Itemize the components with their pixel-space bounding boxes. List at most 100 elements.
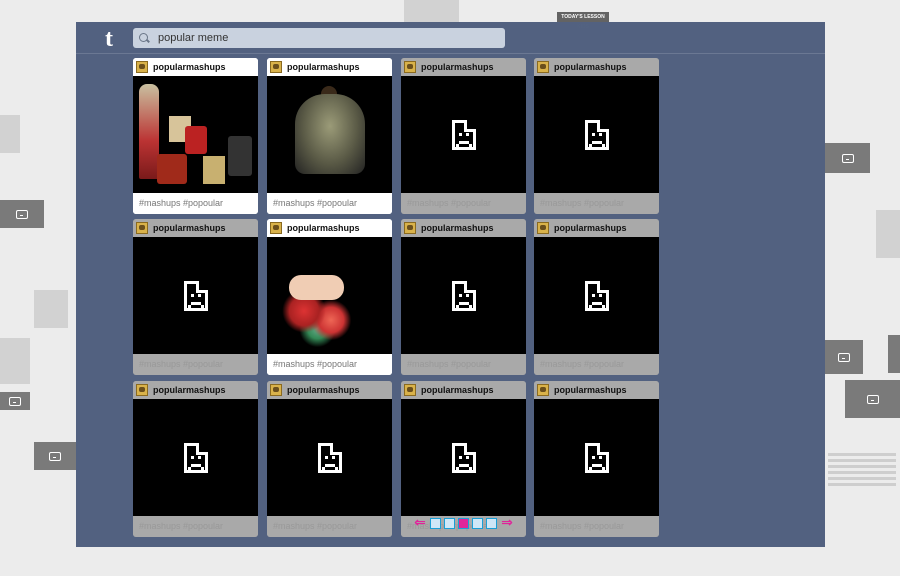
post-tags[interactable]: #mashups #popoular — [267, 516, 392, 537]
bg-thumbnail — [876, 210, 900, 258]
bg-broken-tile — [845, 380, 900, 418]
post-header: popularmashups — [401, 58, 526, 76]
search-overlay: t popularmashups #mashups #popoular popula… — [76, 22, 825, 547]
bg-broken-tile — [0, 392, 30, 410]
broken-image-icon — [584, 119, 609, 150]
search-icon — [139, 32, 150, 44]
post-tags[interactable]: #mashups #popoular — [401, 193, 526, 214]
post-tags[interactable]: #mashups #popoular — [133, 516, 258, 537]
broken-image-icon — [183, 280, 208, 311]
post-username[interactable]: popularmashups — [554, 223, 627, 233]
post-username[interactable]: popularmashups — [287, 223, 360, 233]
post-card[interactable]: popularmashups #mashups #popoular — [534, 381, 659, 537]
post-header: popularmashups — [267, 381, 392, 399]
post-tags[interactable]: #mashups #popoular — [133, 193, 258, 214]
post-username[interactable]: popularmashups — [153, 223, 226, 233]
post-card[interactable]: popularmashups #mashups #popoular — [534, 58, 659, 214]
search-input[interactable] — [158, 32, 498, 44]
post-username[interactable]: popularmashups — [287, 385, 360, 395]
post-image[interactable] — [534, 399, 659, 516]
post-username[interactable]: popularmashups — [421, 385, 494, 395]
avatar[interactable] — [404, 61, 416, 73]
next-page-arrow-icon[interactable]: ⇒ — [500, 515, 514, 531]
avatar[interactable] — [537, 384, 549, 396]
post-image[interactable] — [534, 237, 659, 354]
bg-broken-tile — [0, 200, 44, 228]
post-card[interactable]: popularmashups #mashups #popoular — [534, 219, 659, 375]
post-tags[interactable]: #mashups #popoular — [534, 516, 659, 537]
bg-text-block — [828, 450, 896, 510]
post-image[interactable] — [133, 237, 258, 354]
post-username[interactable]: popularmashups — [554, 62, 627, 72]
post-card[interactable]: popularmashups #mashups #popoular — [401, 58, 526, 214]
post-tags[interactable]: #mashups #popoular — [401, 354, 526, 375]
post-image[interactable] — [401, 76, 526, 193]
broken-image-icon — [317, 442, 342, 473]
pagination: ⇐ ⇒ — [413, 515, 514, 531]
post-image[interactable] — [401, 399, 526, 516]
tumblr-logo-icon[interactable]: t — [105, 27, 125, 51]
post-image[interactable] — [267, 76, 392, 193]
post-header: popularmashups — [267, 219, 392, 237]
post-image[interactable] — [401, 237, 526, 354]
post-header: popularmashups — [133, 58, 258, 76]
bg-broken-tile — [888, 335, 900, 373]
post-image[interactable] — [133, 399, 258, 516]
avatar[interactable] — [270, 222, 282, 234]
page-dot-active[interactable] — [458, 517, 469, 529]
avatar[interactable] — [136, 384, 148, 396]
page-dot[interactable] — [472, 517, 483, 529]
prev-page-arrow-icon[interactable]: ⇐ — [413, 515, 427, 531]
post-username[interactable]: popularmashups — [421, 223, 494, 233]
post-username[interactable]: popularmashups — [287, 62, 360, 72]
post-header: popularmashups — [401, 381, 526, 399]
post-tags[interactable]: #mashups #popoular — [133, 354, 258, 375]
bg-broken-tile — [825, 143, 870, 173]
bg-broken-tile — [825, 340, 863, 374]
broken-image-icon — [584, 280, 609, 311]
header-divider — [76, 53, 825, 54]
avatar[interactable] — [136, 61, 148, 73]
bg-thumbnail — [34, 290, 68, 328]
post-username[interactable]: popularmashups — [153, 62, 226, 72]
post-tags[interactable]: #mashups #popoular — [534, 193, 659, 214]
avatar[interactable] — [136, 222, 148, 234]
post-card[interactable]: popularmashups #mashups #popoular — [267, 219, 392, 375]
post-tags[interactable]: #mashups #popoular — [267, 193, 392, 214]
bg-thumbnail — [0, 115, 20, 153]
avatar[interactable] — [270, 384, 282, 396]
avatar[interactable] — [404, 222, 416, 234]
post-card[interactable]: popularmashups #mashups #popoular — [401, 219, 526, 375]
page-dot[interactable] — [430, 517, 441, 529]
post-image[interactable] — [267, 399, 392, 516]
avatar[interactable] — [270, 61, 282, 73]
post-card[interactable]: popularmashups #mashups #popoular — [133, 58, 258, 214]
broken-image-icon — [451, 442, 476, 473]
post-card[interactable]: popularmashups #mashups #popoular — [267, 381, 392, 537]
avatar[interactable] — [404, 384, 416, 396]
post-card[interactable]: popularmashups #mashups #popoular — [133, 219, 258, 375]
post-image[interactable] — [133, 76, 258, 193]
post-username[interactable]: popularmashups — [153, 385, 226, 395]
post-header: popularmashups — [267, 58, 392, 76]
broken-image-icon — [183, 442, 208, 473]
post-username[interactable]: popularmashups — [554, 385, 627, 395]
post-header: popularmashups — [534, 58, 659, 76]
avatar[interactable] — [537, 222, 549, 234]
page-dot[interactable] — [486, 517, 497, 529]
search-bar[interactable] — [133, 28, 505, 48]
post-username[interactable]: popularmashups — [421, 62, 494, 72]
post-tags[interactable]: #mashups #popoular — [267, 354, 392, 375]
post-card[interactable]: popularmashups #mashups #popoular — [133, 381, 258, 537]
post-header: popularmashups — [534, 381, 659, 399]
post-image[interactable] — [267, 237, 392, 354]
avatar[interactable] — [537, 61, 549, 73]
post-tags[interactable]: #mashups #popoular — [534, 354, 659, 375]
page-dot[interactable] — [444, 517, 455, 529]
post-card[interactable]: popularmashups #mashups #popoular — [267, 58, 392, 214]
broken-image-icon — [584, 442, 609, 473]
broken-image-icon — [451, 280, 476, 311]
post-card[interactable]: popularmashups#mashups #popoular — [401, 381, 526, 537]
post-image[interactable] — [534, 76, 659, 193]
bg-broken-tile — [34, 442, 76, 470]
